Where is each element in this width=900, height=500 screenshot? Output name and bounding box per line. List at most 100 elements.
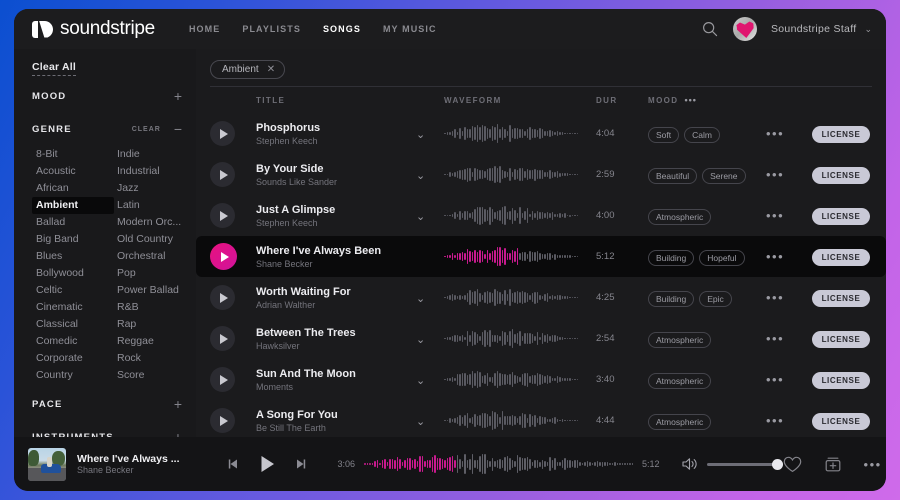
row-more-options-icon[interactable]: ••• <box>766 331 784 346</box>
volume-icon[interactable] <box>681 457 698 471</box>
genre-filter-latin[interactable]: Latin <box>113 197 196 214</box>
expand-pace-icon[interactable]: + <box>174 397 182 411</box>
sidebar-section-genre[interactable]: GENRE CLEAR − <box>32 116 182 142</box>
mood-tag[interactable]: Beautiful <box>648 167 698 184</box>
play-track-button[interactable] <box>210 121 235 146</box>
genre-filter-rap[interactable]: Rap <box>113 316 196 333</box>
mood-tag[interactable]: Serene <box>702 167 746 184</box>
genre-filter-comedic[interactable]: Comedic <box>32 333 113 350</box>
track-title[interactable]: Where I've Always Been <box>256 244 416 258</box>
track-artist[interactable]: Stephen Keech <box>256 217 416 229</box>
row-more-options-icon[interactable]: ••• <box>766 126 784 141</box>
mood-tag[interactable]: Building <box>648 249 695 266</box>
track-artist[interactable]: Stephen Keech <box>256 135 416 147</box>
chevron-down-icon[interactable]: ⌄ <box>416 211 425 223</box>
genre-filter-big-band[interactable]: Big Band <box>32 231 113 248</box>
mood-tag[interactable]: Atmospheric <box>648 208 712 225</box>
genre-filter-pop[interactable]: Pop <box>113 265 196 282</box>
table-row[interactable]: Just A Glimpse Stephen Keech ⌄ 4:00 Atmosphe… <box>196 195 886 236</box>
track-artist[interactable]: Shane Becker <box>256 258 416 270</box>
genre-filter-acoustic[interactable]: Acoustic <box>32 163 113 180</box>
genre-filter-score[interactable]: Score <box>113 367 196 384</box>
nav-item-home[interactable]: HOME <box>189 24 220 34</box>
track-waveform[interactable] <box>444 368 596 392</box>
track-artist[interactable]: Be Still The Earth <box>256 422 416 434</box>
genre-filter-orchestral[interactable]: Orchestral <box>113 248 196 265</box>
genre-filter-bollywood[interactable]: Bollywood <box>32 265 113 282</box>
expand-instruments-icon[interactable]: + <box>174 430 182 437</box>
row-more-options-icon[interactable]: ••• <box>766 372 784 387</box>
mood-tag[interactable]: Calm <box>684 126 720 143</box>
chevron-down-icon[interactable]: ⌄ <box>416 293 425 305</box>
license-button[interactable]: LICENSE <box>812 413 870 430</box>
row-more-options-icon[interactable]: ••• <box>766 167 784 182</box>
play-track-button[interactable] <box>210 285 235 310</box>
play-track-button[interactable] <box>210 162 235 187</box>
search-icon[interactable] <box>701 20 719 38</box>
volume-slider-knob[interactable] <box>771 458 783 470</box>
mood-tag[interactable]: Epic <box>699 290 732 307</box>
genre-filter-old-country[interactable]: Old Country <box>113 231 196 248</box>
nav-item-my-music[interactable]: MY MUSIC <box>383 24 437 34</box>
clear-all-button[interactable]: Clear All <box>32 61 77 76</box>
table-row[interactable]: Between The Trees Hawksilver ⌄ 2:54 Atmosphe… <box>196 318 886 359</box>
genre-filter-celtic[interactable]: Celtic <box>32 282 113 299</box>
play-track-button[interactable] <box>210 326 235 351</box>
genre-filter-cinematic[interactable]: Cinematic <box>32 299 113 316</box>
chevron-down-icon[interactable]: ⌄ <box>864 24 872 35</box>
track-title[interactable]: By Your Side <box>256 162 416 176</box>
row-more-options-icon[interactable]: ••• <box>766 413 784 428</box>
table-row[interactable]: Phosphorus Stephen Keech ⌄ 4:04 Soft Calm ••• L… <box>196 113 886 154</box>
row-more-options-icon[interactable]: ••• <box>766 249 784 264</box>
license-button[interactable]: LICENSE <box>812 208 870 225</box>
track-waveform[interactable] <box>444 204 596 228</box>
track-waveform[interactable] <box>444 245 596 269</box>
more-options-icon[interactable]: ••• <box>864 457 882 472</box>
license-button[interactable]: LICENSE <box>812 249 870 266</box>
track-waveform[interactable] <box>444 122 596 146</box>
filter-chip-ambient[interactable]: Ambient ✕ <box>210 60 286 79</box>
player-waveform[interactable] <box>364 451 634 477</box>
genre-filter-blues[interactable]: Blues <box>32 248 113 265</box>
nav-item-songs[interactable]: SONGS <box>323 24 361 34</box>
genre-filter-reggae[interactable]: Reggae <box>113 333 196 350</box>
genre-filter-r-b[interactable]: R&B <box>113 299 196 316</box>
volume-slider[interactable] <box>706 458 783 470</box>
add-to-collection-icon[interactable] <box>824 455 842 473</box>
mood-tag[interactable]: Atmospheric <box>648 331 712 348</box>
track-artist[interactable]: Moments <box>256 381 416 393</box>
mood-tag[interactable]: Building <box>648 290 695 307</box>
mood-tag[interactable]: Hopeful <box>699 249 745 266</box>
license-button[interactable]: LICENSE <box>812 126 870 143</box>
brand-logo[interactable]: soundstripe <box>32 18 155 40</box>
genre-filter-ambient[interactable]: Ambient <box>32 197 114 214</box>
genre-filter-industrial[interactable]: Industrial <box>113 163 196 180</box>
chevron-down-icon[interactable]: ⌄ <box>416 334 425 346</box>
track-waveform[interactable] <box>444 327 596 351</box>
license-button[interactable]: LICENSE <box>812 167 870 184</box>
track-title[interactable]: Just A Glimpse <box>256 203 416 217</box>
row-more-options-icon[interactable]: ••• <box>766 290 784 305</box>
mood-column-options-icon[interactable]: ••• <box>685 95 697 105</box>
sidebar-section-pace[interactable]: PACE + <box>32 391 182 417</box>
genre-filter-modern-orc[interactable]: Modern Orc... <box>113 214 196 231</box>
expand-mood-icon[interactable]: + <box>174 89 182 103</box>
genre-filter-african[interactable]: African <box>32 180 113 197</box>
play-track-button[interactable] <box>210 203 235 228</box>
row-more-options-icon[interactable]: ••• <box>766 208 784 223</box>
table-row[interactable]: Where I've Always Been Shane Becker 5:12 Bu… <box>196 236 886 277</box>
play-track-button[interactable] <box>210 243 237 270</box>
avatar[interactable] <box>732 17 757 41</box>
track-artist[interactable]: Adrian Walther <box>256 299 416 311</box>
play-icon[interactable] <box>257 454 277 474</box>
table-row[interactable]: By Your Side Sounds Like Sander ⌄ 2:59 Beaut… <box>196 154 886 195</box>
table-row[interactable]: A Song For You Be Still The Earth ⌄ 4:44 Atm… <box>196 400 886 437</box>
track-title[interactable]: A Song For You <box>256 408 416 422</box>
track-title[interactable]: Sun And The Moon <box>256 367 416 381</box>
genre-filter-rock[interactable]: Rock <box>113 350 196 367</box>
table-row[interactable]: Sun And The Moon Moments ⌄ 3:40 Atmospheric •… <box>196 359 886 400</box>
chevron-down-icon[interactable]: ⌄ <box>416 375 425 387</box>
license-button[interactable]: LICENSE <box>812 290 870 307</box>
license-button[interactable]: LICENSE <box>812 372 870 389</box>
mood-tag[interactable]: Atmospheric <box>648 372 712 389</box>
